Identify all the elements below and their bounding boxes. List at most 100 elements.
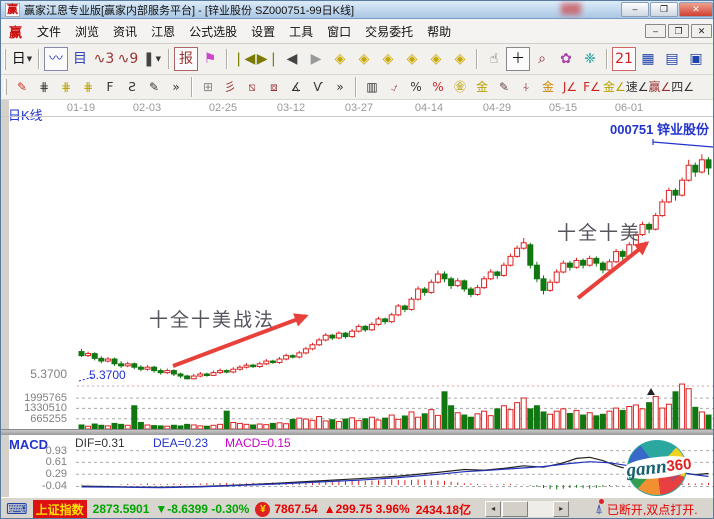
hand-icon[interactable]: ☝ <box>482 47 506 71</box>
prev-stock-icon[interactable]: ◀ <box>280 47 304 71</box>
menu-item-7[interactable]: 窗口 <box>320 23 358 41</box>
zoom-in-v-icon[interactable]: ◈ <box>400 47 424 71</box>
menu-item-4[interactable]: 公式选股 <box>182 23 244 41</box>
menu-bar: 赢 文件浏览资讯江恩公式选股设置工具窗口交易委托帮助 – ❐ ✕ <box>1 19 714 44</box>
knife-icon[interactable]: ✎ <box>11 77 33 97</box>
macd-dea-value: DEA=0.23 <box>153 436 208 450</box>
magnifier-icon[interactable]: ⌕ <box>530 47 554 71</box>
percent-icon[interactable]: % <box>405 77 427 97</box>
box-tool-icon[interactable]: ⊞ <box>197 77 219 97</box>
mdi-restore-button[interactable]: ❐ <box>668 24 689 38</box>
gann-fan-icon[interactable]: 彡 <box>219 77 241 97</box>
four-angle-icon[interactable]: 四∠ <box>671 77 694 97</box>
period-panel-label: 日K线 <box>8 105 43 124</box>
scrollbar-track[interactable] <box>501 501 553 517</box>
shift-left-icon[interactable]: ◈ <box>424 47 448 71</box>
zoom-out-v-icon[interactable]: ◈ <box>376 47 400 71</box>
wave9-icon[interactable]: ∿9 <box>116 47 140 71</box>
save-icon[interactable]: ▣ <box>684 47 708 71</box>
ruler-icon[interactable]: ▥ <box>361 77 383 97</box>
zoom-out-h-icon[interactable]: ◈ <box>328 47 352 71</box>
scrollbar-thumb[interactable] <box>502 501 528 517</box>
menu-item-1[interactable]: 浏览 <box>68 23 106 41</box>
first-screen-icon[interactable]: ❘◀ <box>232 47 256 71</box>
toolbar-grip[interactable] <box>4 49 6 70</box>
five-grid-icon[interactable]: Ƨ <box>121 77 143 97</box>
box-lines-icon[interactable]: ⧈ <box>263 77 285 97</box>
menu-item-8[interactable]: 交易委托 <box>358 23 420 41</box>
scroll-left-button[interactable]: ◂ <box>485 501 501 517</box>
shanghai-index-badge[interactable]: 上证指数 <box>33 500 87 519</box>
win-angle-icon[interactable]: 赢∠ <box>649 77 672 97</box>
calendar-icon[interactable]: 21 <box>612 47 636 71</box>
flag-icon[interactable]: ⚑ <box>198 47 222 71</box>
menu-item-5[interactable]: 设置 <box>244 23 282 41</box>
angle-tool-icon[interactable]: ∡ <box>285 77 307 97</box>
more-left-icon[interactable]: » <box>165 77 187 97</box>
j-angle-icon[interactable]: J∠ <box>559 77 581 97</box>
more-mid-icon[interactable]: » <box>329 77 351 97</box>
panel-separator[interactable] <box>1 429 714 435</box>
stock-code-label: 000751 锌业股份 <box>610 119 709 138</box>
date-tick-03-12: 03-12 <box>277 102 305 114</box>
f10-info-icon[interactable]: 目 <box>68 47 92 71</box>
macd-dif-value: DIF=0.31 <box>75 436 125 450</box>
next-stock-icon[interactable]: ▶ <box>304 47 328 71</box>
close-button[interactable]: ✕ <box>679 2 713 17</box>
gann-flower-icon[interactable]: ✿ <box>554 47 578 71</box>
box-fan-icon[interactable]: ⧅ <box>241 77 263 97</box>
zoom-in-h-icon[interactable]: ◈ <box>352 47 376 71</box>
menu-item-9[interactable]: 帮助 <box>420 23 458 41</box>
gold-grid-icon[interactable]: ⋕ <box>55 77 77 97</box>
menu-item-6[interactable]: 工具 <box>282 23 320 41</box>
retrace-percent-icon[interactable]: ⍻ <box>383 77 405 97</box>
gold-grid2-icon[interactable]: ⋕ <box>77 77 99 97</box>
maximize-button[interactable]: ❐ <box>650 2 678 17</box>
candle-style-button[interactable]: ❚▼ <box>140 47 164 71</box>
percent-line-icon[interactable]: % <box>427 77 449 97</box>
pencil2-icon[interactable]: ✎ <box>493 77 515 97</box>
speed-angle-icon[interactable]: 速∠ <box>626 77 649 97</box>
gold-circle-icon[interactable]: ㊎ <box>449 77 471 97</box>
mdi-close-button[interactable]: ✕ <box>691 24 712 38</box>
menu-item-3[interactable]: 江恩 <box>144 23 182 41</box>
crosshair-icon[interactable]: ＋ <box>506 47 530 71</box>
wave3-icon[interactable]: ∿3 <box>92 47 116 71</box>
notepad-icon[interactable]: ▤ <box>660 47 684 71</box>
toolbar-separator <box>476 49 478 69</box>
menu-item-0[interactable]: 文件 <box>30 23 68 41</box>
menu-item-2[interactable]: 资讯 <box>106 23 144 41</box>
mdi-minimize-button[interactable]: – <box>645 24 666 38</box>
pencil-grid-icon[interactable]: ✎ <box>143 77 165 97</box>
keyboard-icon[interactable]: ⌨ <box>6 500 28 518</box>
gann360-text: gann <box>626 457 668 480</box>
toolbar-grip[interactable] <box>4 79 7 96</box>
gann360-num: 360 <box>666 457 692 475</box>
toolbar-separator <box>38 49 40 69</box>
toolbar-separator <box>355 77 357 97</box>
gold-angle-icon[interactable]: 金∠ <box>603 77 626 97</box>
report-icon[interactable]: 报 <box>174 47 198 71</box>
f-angle-icon[interactable]: F∠ <box>581 77 603 97</box>
calculator-icon[interactable]: ▦ <box>636 47 660 71</box>
connection-status[interactable]: ⍋ 已断开,双点打开. <box>595 501 697 518</box>
brain-icon[interactable]: ❈ <box>578 47 602 71</box>
gann-grid-icon[interactable]: ⋕ <box>33 77 55 97</box>
shanghai-index-value: 2873.5901 <box>93 502 150 516</box>
scroll-right-button[interactable]: ▸ <box>553 501 569 517</box>
gold-red-icon[interactable]: 金 <box>537 77 559 97</box>
export-icon[interactable]: ❏ <box>708 47 714 71</box>
minimize-button[interactable]: – <box>621 2 649 17</box>
connection-status-text: 已断开,双点打开. <box>607 501 698 518</box>
shenzhen-index-icon[interactable]: ¥ <box>255 502 270 517</box>
gold-line-icon[interactable]: 金 <box>471 77 493 97</box>
kline-period-button[interactable]: 日▼ <box>10 47 34 71</box>
connection-tower-icon: ⍋ <box>595 501 603 517</box>
wave-tool-icon[interactable]: Ѵ <box>307 77 329 97</box>
horizontal-scrollbar[interactable]: ◂ ▸ <box>485 501 569 517</box>
band-tool-icon[interactable]: ⍭ <box>515 77 537 97</box>
f-grid-icon[interactable]: F <box>99 77 121 97</box>
shift-right-icon[interactable]: ◈ <box>448 47 472 71</box>
last-screen-icon[interactable]: ▶❘ <box>256 47 280 71</box>
trend-chart-icon[interactable]: 〰 <box>44 47 68 71</box>
